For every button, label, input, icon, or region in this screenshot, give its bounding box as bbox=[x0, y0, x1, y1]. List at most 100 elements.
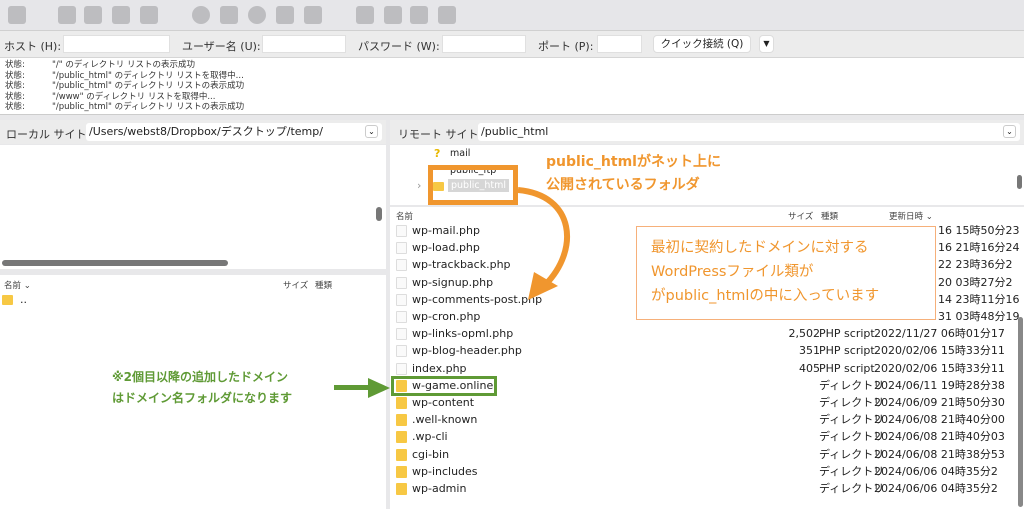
chevron-right-icon[interactable]: › bbox=[417, 179, 421, 192]
remote-col-date[interactable]: 更新日時 ⌄ bbox=[889, 210, 933, 222]
unknown-icon: ? bbox=[434, 147, 441, 160]
file-date: 2024/06/08 21時40分00 bbox=[874, 413, 1005, 427]
filter-icon[interactable] bbox=[220, 6, 238, 24]
local-site-label: ローカル サイト: bbox=[6, 128, 91, 141]
site-manager-icon[interactable] bbox=[8, 6, 26, 24]
port-label: ポート (P): bbox=[538, 40, 594, 53]
file-row[interactable]: cgi-bin ディレクトリ 2024/06/08 21時38分53 bbox=[392, 446, 1018, 463]
toolbar bbox=[0, 0, 1024, 31]
directory-listing-icon[interactable] bbox=[356, 6, 374, 24]
file-row[interactable]: wp-links-opml.php 2,502 PHP script 2022/11/… bbox=[392, 325, 1018, 342]
file-date: 2024/06/11 19時28分38 bbox=[874, 378, 1005, 392]
local-tree-icon[interactable] bbox=[84, 6, 102, 24]
message-log-icon[interactable] bbox=[58, 6, 76, 24]
tree-item-mail[interactable]: mail bbox=[450, 148, 470, 159]
refresh-icon[interactable] bbox=[192, 6, 210, 24]
file-row[interactable]: index.php 405 PHP script 2020/02/06 15時33分1… bbox=[392, 360, 1018, 377]
file-icon bbox=[396, 259, 407, 272]
file-icon bbox=[396, 311, 407, 323]
addon-domain-note: ※2個目以降の追加したドメイン はドメイン名フォルダになります bbox=[112, 370, 293, 405]
remote-site-label: リモート サイト: bbox=[398, 128, 483, 141]
file-name: wp-content bbox=[412, 396, 475, 409]
file-size: 405 bbox=[799, 361, 820, 375]
quickconnect-dropdown[interactable]: ▼ bbox=[759, 35, 774, 53]
file-name: wp-signup.php bbox=[412, 275, 494, 289]
sync-browse-icon[interactable] bbox=[384, 6, 402, 24]
search-binoculars-icon[interactable] bbox=[438, 6, 456, 24]
remote-path: /public_html bbox=[481, 125, 549, 138]
host-label: ホスト (H): bbox=[4, 40, 62, 53]
file-name: wp-cron.php bbox=[412, 310, 481, 323]
password-input[interactable] bbox=[442, 35, 526, 53]
log-row: 状態: "/public_html" のディレクトリ リストを取得中... bbox=[0, 71, 1024, 82]
file-date: 2024/06/09 21時50分30 bbox=[874, 396, 1005, 409]
file-date: 2020/02/06 15時33分11 bbox=[874, 344, 1005, 358]
disconnect-icon[interactable] bbox=[276, 6, 294, 24]
file-icon bbox=[396, 242, 407, 255]
file-icon bbox=[396, 328, 407, 341]
message-log: 状態: "/" のディレクトリ リストの表示成功 状態: "/public_html"… bbox=[0, 58, 1024, 115]
folder-icon bbox=[2, 295, 13, 305]
file-row[interactable]: wp-includes ディレクトリ 2024/06/06 04時35分2 bbox=[392, 463, 1018, 480]
local-tree-vscrollbar[interactable] bbox=[376, 207, 382, 221]
log-status: 状態: bbox=[5, 70, 25, 81]
log-row: 状態: "/www" のディレクトリ リストを取得中... bbox=[0, 92, 1024, 103]
parent-dir-item[interactable]: .. bbox=[20, 293, 27, 306]
file-date: 16 21時16分24 bbox=[938, 241, 1020, 255]
file-date: 20 03時27分2 bbox=[938, 275, 1013, 289]
remote-list-scrollbar[interactable] bbox=[1018, 317, 1023, 507]
folder-icon bbox=[396, 431, 407, 444]
file-name: cgi-bin bbox=[412, 447, 450, 461]
host-input[interactable] bbox=[63, 35, 170, 53]
file-icon bbox=[396, 276, 407, 289]
chevron-down-icon[interactable]: ⌄ bbox=[365, 125, 378, 138]
compare-icon[interactable] bbox=[410, 6, 428, 24]
remote-col-type[interactable]: 種類 bbox=[821, 210, 838, 222]
remote-site-bar: リモート サイト: /public_html ⌄ bbox=[390, 120, 1024, 144]
addon-domain-highlight bbox=[391, 376, 497, 396]
remote-path-input[interactable]: /public_html ⌄ bbox=[478, 123, 1020, 141]
file-row[interactable]: .wp-cli ディレクトリ 2024/06/08 21時40分03 bbox=[392, 428, 1018, 445]
quickconnect-button[interactable]: クイック接続 (Q) bbox=[653, 35, 751, 53]
user-input[interactable] bbox=[262, 35, 346, 53]
local-col-name[interactable]: 名前 ⌄ bbox=[4, 279, 31, 291]
file-name: index.php bbox=[412, 361, 467, 375]
file-type: PHP script bbox=[819, 344, 875, 358]
local-col-type[interactable]: 種類 bbox=[315, 279, 332, 291]
file-name: .well-known bbox=[412, 413, 478, 427]
file-name: wp-links-opml.php bbox=[412, 327, 514, 341]
file-row[interactable]: wp-admin ディレクトリ 2024/06/06 04時35分2 bbox=[392, 480, 1018, 497]
chevron-down-icon[interactable]: ⌄ bbox=[1003, 125, 1016, 138]
file-date: 2024/06/08 21時40分03 bbox=[874, 430, 1005, 444]
file-row[interactable]: wp-blog-header.php 351 PHP script 2020/02/0… bbox=[392, 342, 1018, 359]
remote-col-name[interactable]: 名前 bbox=[396, 210, 413, 222]
remote-tree-icon[interactable] bbox=[112, 6, 130, 24]
file-row[interactable]: .well-known ディレクトリ 2024/06/08 21時40分00 bbox=[392, 411, 1018, 428]
log-row: 状態: "/public_html" のディレクトリ リストの表示成功 bbox=[0, 102, 1024, 113]
local-tree-hscrollbar[interactable] bbox=[2, 260, 228, 266]
log-status: 状態: bbox=[5, 102, 25, 113]
folder-icon bbox=[396, 465, 407, 478]
local-path-input[interactable]: /Users/webst8/Dropbox/デスクトップ/temp/ ⌄ bbox=[86, 123, 382, 141]
folder-icon bbox=[396, 397, 407, 409]
wp-files-note: 最初に契約したドメインに対する WordPressファイル類が がpublic_ht… bbox=[636, 226, 936, 320]
file-date: 2020/02/06 15時33分11 bbox=[874, 361, 1005, 375]
local-col-size[interactable]: サイズ bbox=[283, 279, 308, 291]
file-type: PHP script bbox=[819, 327, 875, 341]
quickconnect-bar: ホスト (H): ユーザー名 (U): パスワード (W): ポート (P): … bbox=[0, 31, 1024, 58]
cancel-icon[interactable] bbox=[248, 6, 266, 24]
port-input[interactable] bbox=[597, 35, 642, 53]
remote-col-size[interactable]: サイズ bbox=[788, 210, 813, 222]
log-row: 状態: "/public_html" のディレクトリ リストの表示成功 bbox=[0, 81, 1024, 92]
file-name: wp-blog-header.php bbox=[412, 344, 522, 358]
log-message: "/" のディレクトリ リストの表示成功 bbox=[52, 60, 195, 70]
file-row[interactable]: wp-content ディレクトリ 2024/06/09 21時50分30 bbox=[392, 394, 1018, 411]
transfer-queue-icon[interactable] bbox=[140, 6, 158, 24]
remote-tree-scrollbar[interactable] bbox=[1017, 175, 1022, 189]
curved-arrow-icon bbox=[517, 187, 570, 300]
log-status: 状態: bbox=[5, 60, 25, 70]
file-name: wp-trackback.php bbox=[412, 258, 511, 272]
reconnect-icon[interactable] bbox=[304, 6, 322, 24]
public-html-note: public_htmlがネット上に 公開されているフォルダ bbox=[546, 154, 721, 193]
log-message: "/www" のディレクトリ リストを取得中... bbox=[52, 91, 216, 102]
